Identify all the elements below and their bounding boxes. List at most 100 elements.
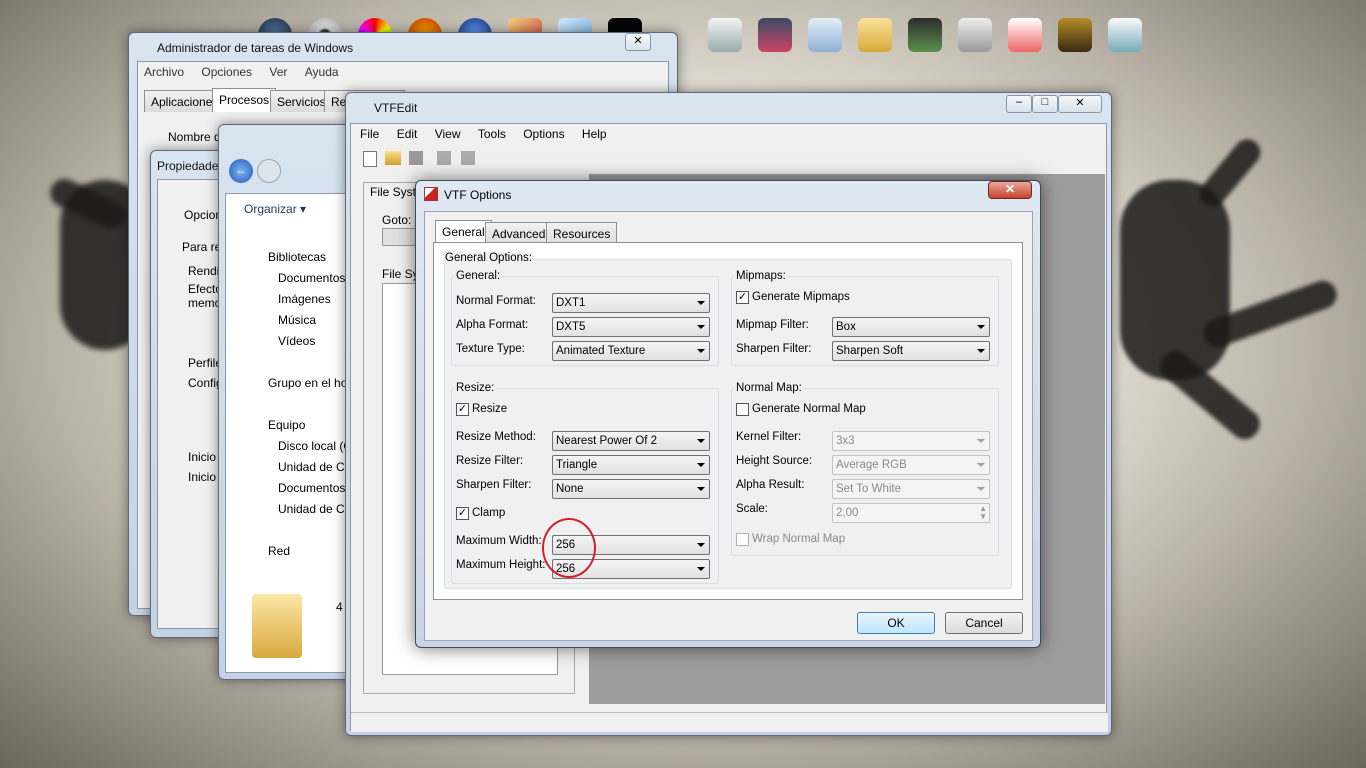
menu-help[interactable]: Help: [582, 127, 607, 141]
normal-map-group: Normal Map: Generate Normal Map Kernel F…: [731, 382, 999, 556]
mipmap-filter-value: Box: [836, 321, 856, 333]
general-label: General:: [454, 270, 503, 282]
tree-item[interactable]: Documentos: [278, 481, 345, 495]
height-source-select[interactable]: Average RGB: [832, 455, 990, 475]
chevron-down-icon: [697, 301, 705, 305]
menu-options[interactable]: Options: [523, 127, 564, 141]
window-title: Propiedades: [157, 159, 225, 173]
texture-type-select[interactable]: Animated Texture: [552, 341, 710, 361]
properties-text: Para re: [182, 240, 222, 254]
maximize-button[interactable]: □: [1032, 95, 1058, 113]
back-button[interactable]: ←: [229, 159, 253, 183]
resize-sharpen-select[interactable]: None: [552, 479, 710, 499]
highlight-circle: [542, 518, 596, 578]
generate-normal-map-checkbox[interactable]: [736, 403, 749, 416]
resize-method-select[interactable]: Nearest Power Of 2: [552, 431, 710, 451]
alpha-format-select[interactable]: DXT5: [552, 317, 710, 337]
normal-format-select[interactable]: DXT1: [552, 293, 710, 313]
terminal-icon[interactable]: [908, 18, 942, 52]
chevron-down-icon: [977, 463, 985, 467]
tree-item-libraries[interactable]: Bibliotecas: [268, 250, 326, 264]
menu-edit[interactable]: Edit: [397, 127, 418, 141]
menu-view[interactable]: View: [435, 127, 461, 141]
tree-item-homegroup[interactable]: Grupo en el ho: [268, 376, 347, 390]
tree-item-computer[interactable]: Equipo: [268, 418, 305, 432]
kernel-filter-select[interactable]: 3x3: [832, 431, 990, 451]
tree-item-network[interactable]: Red: [268, 544, 290, 558]
tree-item[interactable]: Unidad de CD: [278, 460, 353, 474]
save-icon[interactable]: [409, 151, 423, 165]
vtf-app-icon: [424, 187, 438, 201]
close-button[interactable]: ✕: [988, 181, 1032, 199]
app-icon[interactable]: [708, 18, 742, 52]
general-options-group: General Options: General: Normal Format:…: [443, 252, 1012, 589]
tab-resources[interactable]: Resources: [546, 222, 618, 244]
menu-file[interactable]: File: [360, 127, 379, 141]
mipmap-filter-label: Mipmap Filter:: [736, 319, 809, 331]
alpha-format-value: DXT5: [556, 321, 586, 333]
resize-filter-label: Resize Filter:: [456, 455, 524, 467]
folder-icon[interactable]: [858, 18, 892, 52]
game-icon[interactable]: [1058, 18, 1092, 52]
tab-procesos[interactable]: Procesos: [212, 88, 277, 112]
tree-item[interactable]: Música: [278, 313, 316, 327]
tree-item[interactable]: Disco local (C: [278, 439, 352, 453]
new-icon[interactable]: [363, 151, 377, 167]
generate-mipmaps-label: Generate Mipmaps: [752, 291, 850, 303]
resize-filter-value: Triangle: [556, 459, 598, 471]
cancel-button[interactable]: Cancel: [945, 612, 1023, 634]
menu-ayuda[interactable]: Ayuda: [305, 65, 339, 79]
window-title: Administrador de tareas de Windows: [157, 41, 354, 55]
forward-button[interactable]: [257, 159, 281, 183]
spinner-arrows-icon[interactable]: ▲ ▼: [979, 505, 987, 521]
kernel-filter-value: 3x3: [836, 435, 855, 447]
resize-checkbox-label: Resize: [472, 403, 508, 415]
folder-icon: [252, 594, 302, 658]
tree-item[interactable]: Documentos: [278, 271, 345, 285]
menu-archivo[interactable]: Archivo: [144, 65, 184, 79]
minimize-button[interactable]: –: [1006, 95, 1032, 113]
max-height-label: Maximum Height:: [456, 559, 546, 571]
kernel-filter-label: Kernel Filter:: [736, 431, 802, 443]
texture-type-label: Texture Type:: [456, 343, 525, 355]
chevron-down-icon: [697, 439, 705, 443]
tree-item[interactable]: Imágenes: [278, 292, 331, 306]
paint-app-icon[interactable]: [1108, 18, 1142, 52]
resize-checkbox[interactable]: ✓: [456, 403, 469, 416]
window-icon[interactable]: [808, 18, 842, 52]
generate-mipmaps-checkbox[interactable]: ✓: [736, 291, 749, 304]
desktop-finger: [1194, 134, 1266, 212]
scale-spinner[interactable]: 2,00 ▲ ▼: [832, 503, 990, 523]
tab-advanced[interactable]: Advanced: [485, 222, 553, 244]
vtfedit-menu: File Edit View Tools Options Help: [360, 127, 621, 141]
close-icon[interactable]: ✕: [625, 33, 651, 51]
resize-filter-select[interactable]: Triangle: [552, 455, 710, 475]
tree-item[interactable]: Unidad de CD: [278, 502, 353, 516]
resize-label: Resize:: [454, 382, 497, 394]
image-icon[interactable]: [1008, 18, 1042, 52]
alpha-result-select[interactable]: Set To White: [832, 479, 990, 499]
browser-window-icon[interactable]: [758, 18, 792, 52]
tab-general[interactable]: General: [435, 220, 492, 244]
mipmap-sharpen-select[interactable]: Sharpen Soft: [832, 341, 990, 361]
menu-opciones[interactable]: Opciones: [201, 65, 252, 79]
mipmaps-group: Mipmaps: ✓ Generate Mipmaps Mipmap Filte…: [731, 270, 999, 366]
organize-button[interactable]: Organizar ▾: [244, 202, 306, 216]
alpha-result-value: Set To White: [836, 483, 901, 495]
chevron-down-icon: [977, 439, 985, 443]
height-source-value: Average RGB: [836, 459, 907, 471]
copy-icon[interactable]: [437, 151, 451, 165]
wrap-normal-map-checkbox[interactable]: [736, 533, 749, 546]
scissors-icon[interactable]: [958, 18, 992, 52]
clamp-checkbox[interactable]: ✓: [456, 507, 469, 520]
properties-tab[interactable]: Opcion: [184, 208, 222, 222]
ok-button[interactable]: OK: [857, 612, 935, 634]
normal-format-value: DXT1: [556, 297, 586, 309]
menu-tools[interactable]: Tools: [478, 127, 506, 141]
tree-item[interactable]: Vídeos: [278, 334, 315, 348]
close-button[interactable]: ✕: [1058, 95, 1102, 113]
mipmap-filter-select[interactable]: Box: [832, 317, 990, 337]
paste-icon[interactable]: [461, 151, 475, 165]
menu-ver[interactable]: Ver: [269, 65, 287, 79]
open-icon[interactable]: [385, 151, 401, 165]
